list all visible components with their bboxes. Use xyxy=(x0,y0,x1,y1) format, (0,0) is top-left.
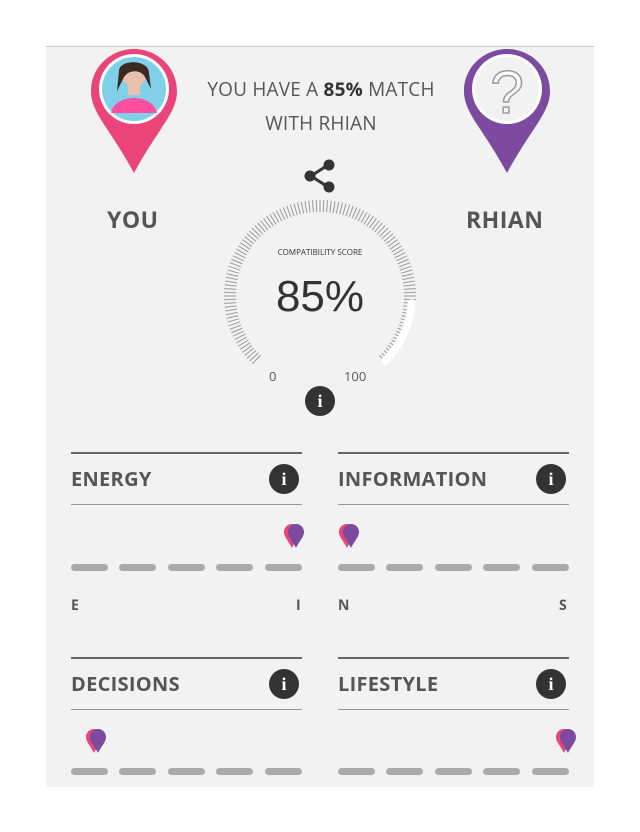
gauge-min-label: 0 xyxy=(269,367,277,385)
gauge-tick xyxy=(385,236,396,245)
information-left-label: N xyxy=(338,596,350,615)
section-title: DECISIONS xyxy=(71,670,180,697)
gauge-tick xyxy=(398,262,411,268)
gauge-tick xyxy=(348,205,354,218)
information-info-icon[interactable]: i xyxy=(536,464,566,494)
gauge-tick xyxy=(260,220,269,231)
gauge-tick xyxy=(225,280,238,284)
unknown-avatar-icon: ? xyxy=(490,59,523,126)
gauge-tick xyxy=(403,287,416,290)
gauge-tick xyxy=(249,352,259,362)
gauge-tick xyxy=(379,227,389,237)
gauge-tick xyxy=(376,225,386,235)
energy-right-label: I xyxy=(296,596,301,615)
you-avatar-pin[interactable] xyxy=(89,47,179,175)
energy-info-icon[interactable]: i xyxy=(269,464,299,494)
rhian-avatar-pin[interactable]: ? xyxy=(462,47,552,175)
section-title: ENERGY xyxy=(71,465,152,492)
gauge-tick xyxy=(226,315,239,319)
information-right-label: S xyxy=(559,596,567,615)
gauge-tick xyxy=(403,284,416,287)
gauge-tick xyxy=(228,321,241,327)
gauge-tick xyxy=(246,350,257,359)
gauge-tick xyxy=(229,324,242,330)
gauge-tick xyxy=(297,202,301,215)
gauge-tick xyxy=(329,200,332,213)
gauge-tick xyxy=(244,347,255,356)
gauge-tick xyxy=(225,276,238,281)
gauge-tick xyxy=(308,200,311,213)
gauge-tick xyxy=(311,200,314,213)
decisions-info-icon[interactable]: i xyxy=(269,669,299,699)
gauge-tick xyxy=(246,233,257,242)
share-icon[interactable] xyxy=(302,158,338,194)
match-marker-icon xyxy=(556,729,576,753)
gauge-tick xyxy=(249,230,259,240)
gauge-tick xyxy=(225,308,238,312)
gauge-info-icon[interactable]: i xyxy=(305,386,335,416)
gauge-tick xyxy=(257,222,266,233)
gauge-tick xyxy=(383,233,394,242)
gauge-tick xyxy=(225,311,238,316)
match-percent: 85% xyxy=(323,76,363,102)
gauge-tick xyxy=(332,201,336,214)
gauge-tick xyxy=(381,230,391,240)
gauge-tick xyxy=(251,355,261,365)
gauge-tick xyxy=(224,287,237,290)
gauge-tick xyxy=(227,318,240,323)
lifestyle-info-icon[interactable]: i xyxy=(536,669,566,699)
section-title: INFORMATION xyxy=(338,465,488,492)
gauge-max-label: 100 xyxy=(344,367,367,385)
gauge-tick xyxy=(226,273,239,277)
gauge-tick xyxy=(326,200,329,213)
gauge-tick xyxy=(254,225,264,235)
gauge-tick xyxy=(229,262,242,268)
gauge-tick xyxy=(224,305,237,308)
gauge-label: COMPATIBILITY SCORE xyxy=(277,247,363,258)
gauge-tick xyxy=(335,201,340,214)
match-headline: YOU HAVE A 85% MATCH WITH RHIAN xyxy=(207,76,435,136)
section-title: LIFESTYLE xyxy=(338,670,439,697)
energy-left-label: E xyxy=(71,596,79,615)
gauge-tick xyxy=(228,265,241,271)
gauge-tick xyxy=(289,204,295,217)
gauge-tick xyxy=(342,203,347,216)
gauge-tick xyxy=(224,284,237,287)
match-marker-icon xyxy=(339,524,359,548)
rhian-label: RHIAN xyxy=(466,203,544,235)
gauge-tick xyxy=(300,201,305,214)
match-marker-icon xyxy=(284,524,304,548)
gauge-tick xyxy=(402,280,415,284)
gauge-tick xyxy=(244,236,255,245)
gauge-tick xyxy=(399,265,412,271)
gauge-tick xyxy=(400,269,413,274)
gauge-tick xyxy=(371,220,380,231)
gauge-tick xyxy=(227,269,240,274)
gauge-tick xyxy=(251,227,261,237)
gauge-tick xyxy=(224,302,237,305)
gauge-tick xyxy=(339,202,343,215)
gauge-tick xyxy=(293,203,298,216)
gauge-tick xyxy=(402,276,415,281)
gauge-tick xyxy=(286,205,292,218)
gauge-tick xyxy=(374,222,383,233)
you-label: YOU xyxy=(107,203,159,235)
match-marker-icon xyxy=(86,729,106,753)
gauge-tick xyxy=(304,201,308,214)
gauge-tick xyxy=(401,273,414,277)
gauge-value: 85% xyxy=(275,272,365,321)
gauge-tick xyxy=(345,204,351,217)
